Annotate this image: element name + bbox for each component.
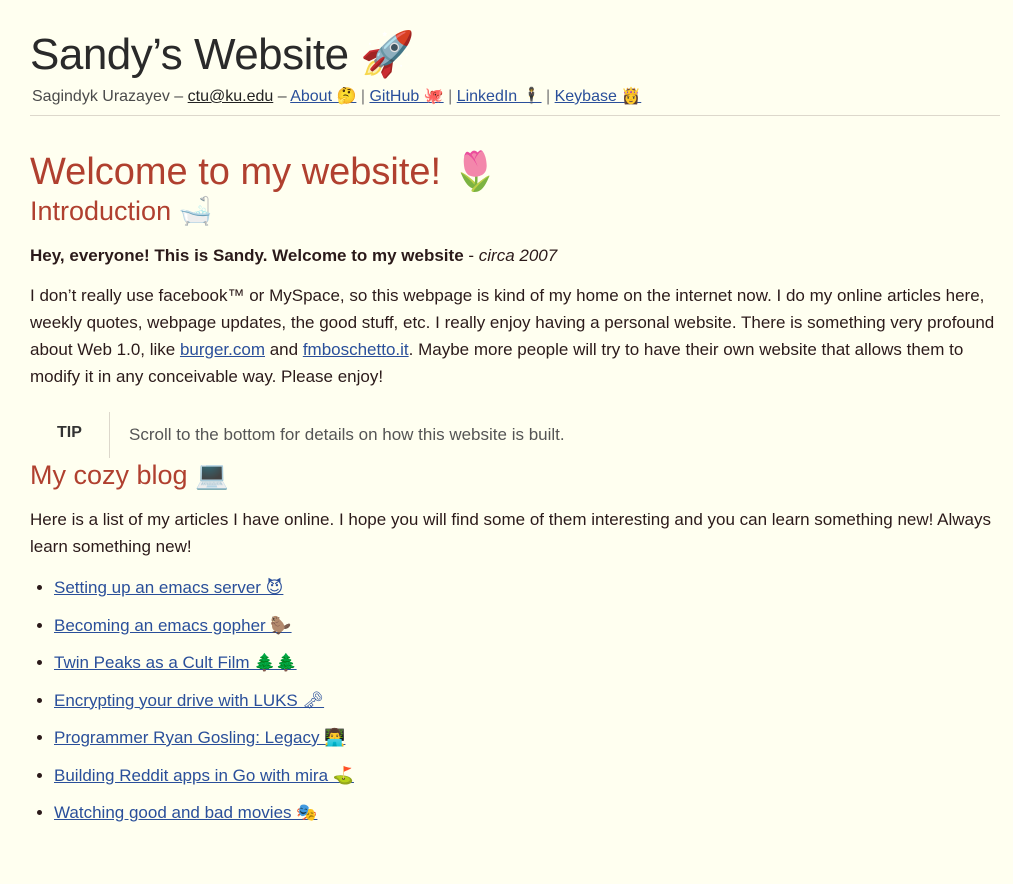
article-link[interactable]: Encrypting your drive with LUKS 🗝 [54, 691, 324, 710]
email-link[interactable]: ctu@ku.edu [188, 88, 274, 105]
list-item: Programmer Ryan Gosling: Legacy 👨‍💻 [54, 726, 1000, 750]
separator-pipe: | [360, 88, 365, 105]
header-divider [30, 115, 1000, 116]
site-title: Sandy’s Website 🚀 [30, 30, 415, 79]
list-item: Setting up an emacs server 😈 [54, 576, 1000, 600]
intro-lead-italic: circa 2007 [478, 246, 558, 265]
blog-heading: My cozy blog 💻 [30, 460, 229, 490]
article-list: Setting up an emacs server 😈 Becoming an… [30, 576, 1000, 825]
tip-text: Scroll to the bottom for details on how … [129, 425, 565, 444]
tip-box: TIP Scroll to the bottom for details on … [30, 412, 1000, 458]
article-link[interactable]: Becoming an emacs gopher 🦫 [54, 616, 292, 635]
intro-text-and: and [265, 340, 303, 359]
list-item: Watching good and bad movies 🎭 [54, 801, 1000, 825]
tip-label: TIP [30, 412, 110, 458]
burger-link[interactable]: burger.com [180, 340, 265, 359]
list-item: Becoming an emacs gopher 🦫 [54, 614, 1000, 638]
header-nav: Sagindyk Urazayev – ctu@ku.edu – About 🤔… [30, 86, 1000, 108]
list-item: Encrypting your drive with LUKS 🗝 [54, 689, 1000, 713]
author-name: Sagindyk Urazayev [32, 88, 170, 105]
intro-paragraph: I don’t really use facebook™ or MySpace,… [30, 282, 1000, 390]
intro-lead-dash: - [463, 246, 479, 265]
list-item: Twin Peaks as a Cult Film 🌲🌲 [54, 651, 1000, 675]
blog-intro: Here is a list of my articles I have onl… [30, 510, 991, 556]
linkedin-link[interactable]: LinkedIn 🕴 [457, 88, 542, 105]
github-link[interactable]: GitHub 🐙 [369, 88, 443, 105]
introduction-heading: Introduction 🛁 [30, 196, 213, 226]
intro-lead-bold: Hey, everyone! This is Sandy. Welcome to… [30, 246, 464, 265]
article-link[interactable]: Building Reddit apps in Go with mira ⛳ [54, 766, 354, 785]
separator-pipe: | [546, 88, 551, 105]
about-link[interactable]: About 🤔 [290, 88, 356, 105]
article-link[interactable]: Setting up an emacs server 😈 [54, 578, 283, 597]
article-link[interactable]: Twin Peaks as a Cult Film 🌲🌲 [54, 653, 297, 672]
page: Sandy’s Website 🚀 Sagindyk Urazayev – ct… [0, 0, 1013, 884]
keybase-link[interactable]: Keybase 👸 [555, 88, 642, 105]
list-item: Building Reddit apps in Go with mira ⛳ [54, 764, 1000, 788]
separator-pipe: | [448, 88, 453, 105]
welcome-heading: Welcome to my website! 🌷 [30, 151, 499, 193]
article-link[interactable]: Programmer Ryan Gosling: Legacy 👨‍💻 [54, 728, 345, 747]
separator-dash: – [174, 88, 184, 105]
intro-lead: Hey, everyone! This is Sandy. Welcome to… [30, 244, 1000, 268]
article-link[interactable]: Watching good and bad movies 🎭 [54, 803, 317, 822]
separator-dash: – [277, 88, 287, 105]
fmboschetto-link[interactable]: fmboschetto.it [303, 340, 409, 359]
